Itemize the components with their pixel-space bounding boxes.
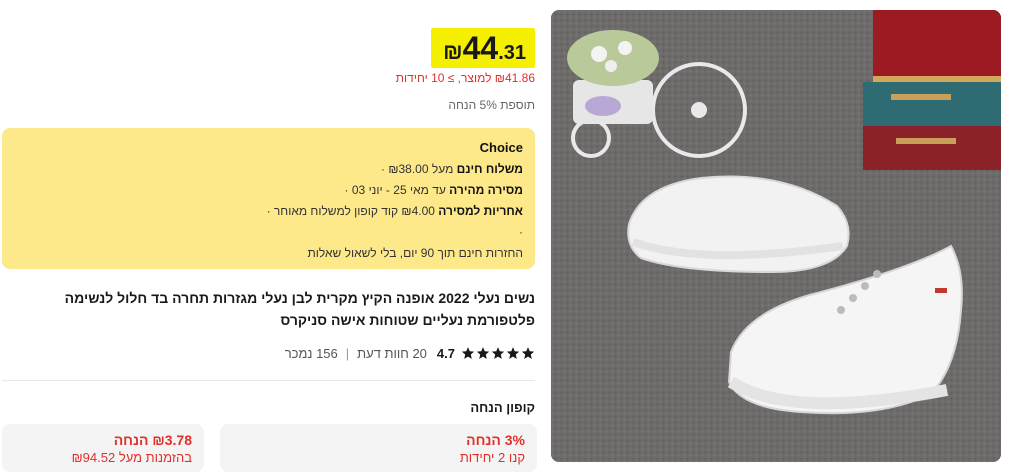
coupon-card-condition: בהזמנות מעל ₪94.52 [71,450,192,465]
star-icon [506,347,520,359]
coupon-card-amount: 3% הנחה [466,432,525,448]
star-icon [491,347,505,359]
rating-value: 4.7 [436,345,455,361]
sneakers-photo [551,10,1001,462]
reviews-count-link[interactable]: 20 חוות דעת [357,346,427,361]
star-icon [476,347,490,359]
choice-benefits-box[interactable]: Choice משלוח חינם מעל ₪38.00 · מסירה מהי… [2,128,535,269]
choice-line-guarantee: אחריות למסירה ₪4.00 קוד קופון למשלוח מאו… [266,204,523,218]
coupon-card-order-min[interactable]: ₪3.78 הנחה בהזמנות מעל ₪94.52 [2,424,204,472]
choice-line-returns: החזרות חינם תוך 90 יום, בלי לשאול שאלות [307,246,523,260]
product-info: ₪44.31 ₪41.86 למוצר, ≥ 10 יחידות תוספת 5… [0,0,537,472]
rating-stars[interactable] [461,346,535,360]
rating-row: 4.7 20 חוות דעת | 156 נמכר [285,344,535,362]
bulk-unit-price: ₪41.86 למוצר, ≥ 10 יחידות [395,71,535,85]
coupon-card-condition: קנו 2 יחידות [459,450,525,465]
choice-line-bullet: · [519,225,523,239]
sold-count: 156 נמכר [284,345,338,361]
coupon-card-quantity[interactable]: 3% הנחה קנו 2 יחידות [220,424,537,472]
price-decimal: .31 [498,42,526,64]
choice-title: Choice [479,140,523,155]
choice-line-shipping: משלוח חינם מעל ₪38.00 · [380,162,523,176]
choice-line-delivery: מסירה מהירה עד מאי 25 - יוני 03 · [344,183,523,197]
product-title: נשים נעלי 2022 אופנה הקיץ מקרית לבן נעלי… [64,290,535,328]
price-integer: 44 [462,30,499,66]
coupon-card-amount: ₪3.78 הנחה [113,432,192,448]
product-gallery [551,10,1001,462]
product-image[interactable] [551,10,1001,462]
current-price: ₪44.31 [431,28,535,68]
meta-separator: | [345,345,350,361]
star-icon [461,347,475,359]
section-divider [2,380,535,381]
star-icon [521,347,535,359]
price-block: ₪44.31 [431,28,535,72]
extra-discount: תוספת 5% הנחה [448,98,535,112]
coupon-heading: קופון הנחה [470,400,535,415]
currency-symbol: ₪ [443,39,463,64]
